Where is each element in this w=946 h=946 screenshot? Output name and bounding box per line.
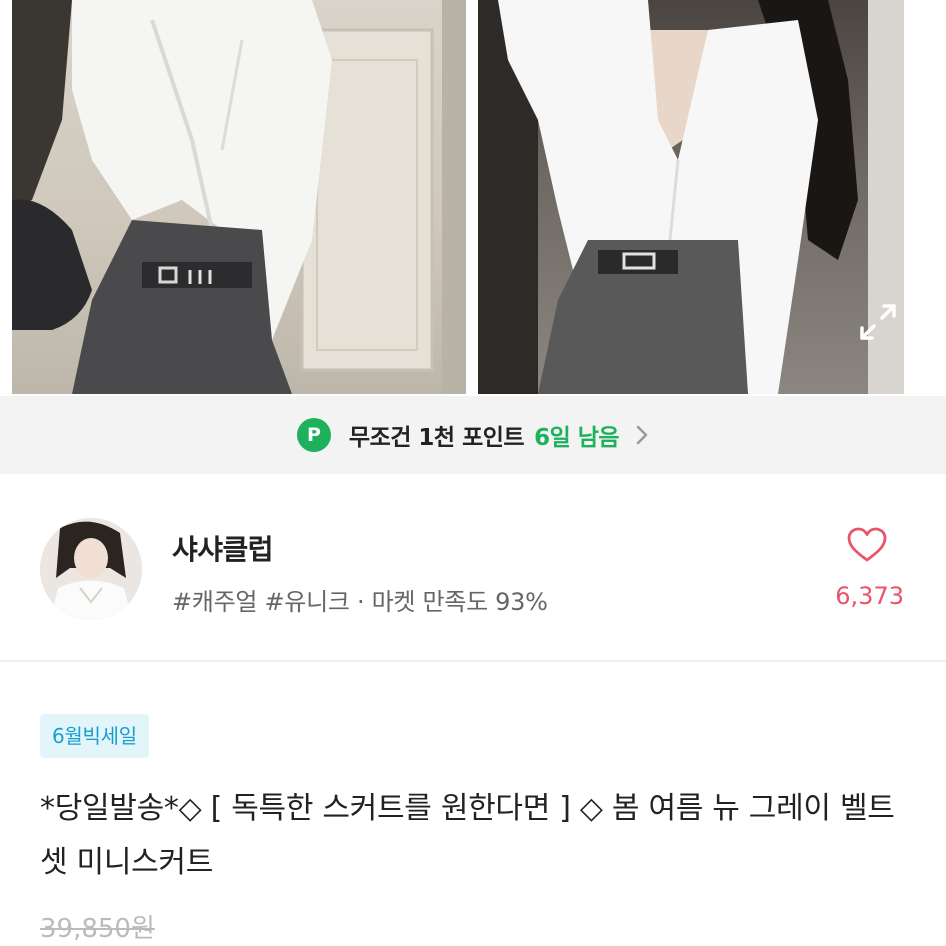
point-icon: P [296,418,331,452]
like-count: 6,373 [835,582,904,610]
shop-avatar[interactable] [40,518,142,620]
heart-icon[interactable] [846,526,888,564]
original-price: 39,850원 [40,914,155,944]
shop-info-row[interactable]: 샤샤클럽 #캐주얼 #유니크 · 마켓 만족도 93% 6,373 [0,474,946,660]
section-divider [0,660,946,662]
shop-name[interactable]: 샤샤클럽 [172,528,274,568]
point-promo-banner[interactable]: P 무조건 1천 포인트 6일 남음 [0,396,946,474]
product-photo-right[interactable] [478,0,904,394]
expand-icon[interactable] [856,300,900,344]
product-image-gallery[interactable] [0,0,946,396]
chevron-right-icon [636,425,648,445]
sale-badge: 6월빅세일 [40,714,149,758]
shop-tags: #캐주얼 #유니크 · 마켓 만족도 93% [172,588,548,616]
point-promo-text: 무조건 1천 포인트 [348,425,525,451]
product-photo-left[interactable] [12,0,466,394]
point-remaining-days: 6일 남음 [534,425,620,451]
product-title: *당일발송*◇ [ 독특한 스커트를 원한다면 ] ◇ 봄 여름 뉴 그레이 벨… [40,791,895,880]
